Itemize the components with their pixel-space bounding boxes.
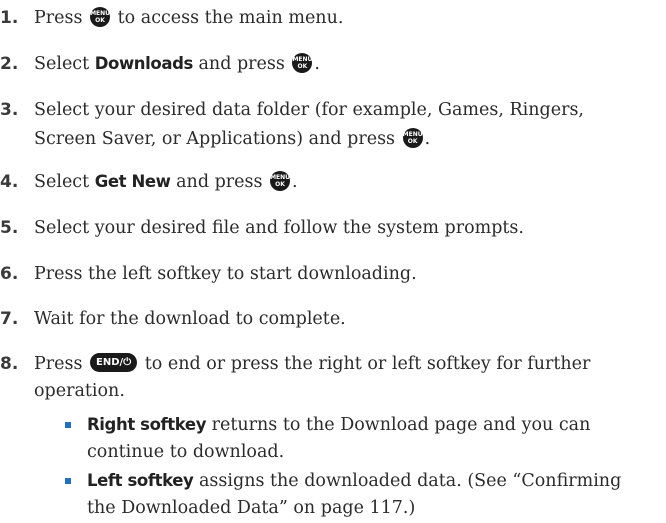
step-text: to access the main menu. xyxy=(117,8,344,28)
step-number: 1. xyxy=(0,8,19,28)
step-text: operation. xyxy=(34,381,125,401)
end-power-key-icon: END/⏻ xyxy=(90,353,138,372)
step-number: 4. xyxy=(0,172,19,192)
instruction-page: 1. Press MENU OK to access the main menu.… xyxy=(0,0,666,523)
step-text: to end or press the right or left softke… xyxy=(144,354,591,374)
menu-ok-key-icon: MENU OK xyxy=(402,127,423,148)
step-text: Press xyxy=(34,8,83,28)
step-text: Select xyxy=(34,172,90,192)
step-1: 1. Press MENU OK to access the main menu. xyxy=(0,6,650,30)
step-2: 2. Select Downloads and press MENU OK. xyxy=(0,52,320,74)
bullet-left-softkey: Left softkey assigns the downloaded data… xyxy=(54,469,654,520)
step-number: 2. xyxy=(0,54,19,74)
bullet-square-icon xyxy=(65,478,71,484)
step-text: Select your desired data folder (for exa… xyxy=(34,100,584,120)
get-new-keyword: Get New xyxy=(94,172,171,191)
menu-ok-key-icon: MENU OK xyxy=(292,52,313,73)
menu-ok-key-icon: MENU OK xyxy=(270,170,291,191)
step-number: 5. xyxy=(0,218,19,238)
step-5: 5. Select your desired file and follow t… xyxy=(0,216,650,240)
step-3: 3. Select your desired data folder (for … xyxy=(0,98,650,151)
step-text: Select xyxy=(34,54,90,74)
bullet-text: returns to the Download page and you can xyxy=(211,415,591,435)
step-text: and press xyxy=(176,172,263,192)
step-text: Wait for the download to complete. xyxy=(34,309,346,329)
step-text: Select your desired file and follow the … xyxy=(34,218,524,238)
menu-ok-key-icon: MENU OK xyxy=(90,6,111,27)
step-text: Press xyxy=(34,354,83,374)
step-text: Press the left softkey to start download… xyxy=(34,264,417,284)
step-text: and press xyxy=(198,54,285,74)
bullet-text: continue to download. xyxy=(87,442,285,462)
bullet-text: the Downloaded Data” on page 117.) xyxy=(87,498,416,518)
step-text: Screen Saver, or Applications) and press xyxy=(34,129,396,149)
left-softkey-keyword: Left softkey xyxy=(87,471,194,490)
downloads-keyword: Downloads xyxy=(94,54,194,73)
step-7: 7. Wait for the download to complete. xyxy=(0,307,650,331)
bullet-text: assigns the downloaded data. (See “Confi… xyxy=(199,471,622,491)
right-softkey-keyword: Right softkey xyxy=(87,415,207,434)
step-number: 7. xyxy=(0,309,19,329)
bullet-right-softkey: Right softkey returns to the Download pa… xyxy=(54,413,654,464)
step-number: 8. xyxy=(0,354,19,374)
step-number: 6. xyxy=(0,264,19,284)
step-number: 3. xyxy=(0,100,19,120)
bullet-square-icon xyxy=(65,422,71,428)
step-8: 8. Press END/⏻ to end or press the right… xyxy=(0,352,650,403)
step-6: 6. Press the left softkey to start downl… xyxy=(0,262,650,286)
step-4: 4. Select Get New and press MENU OK. xyxy=(0,170,298,192)
